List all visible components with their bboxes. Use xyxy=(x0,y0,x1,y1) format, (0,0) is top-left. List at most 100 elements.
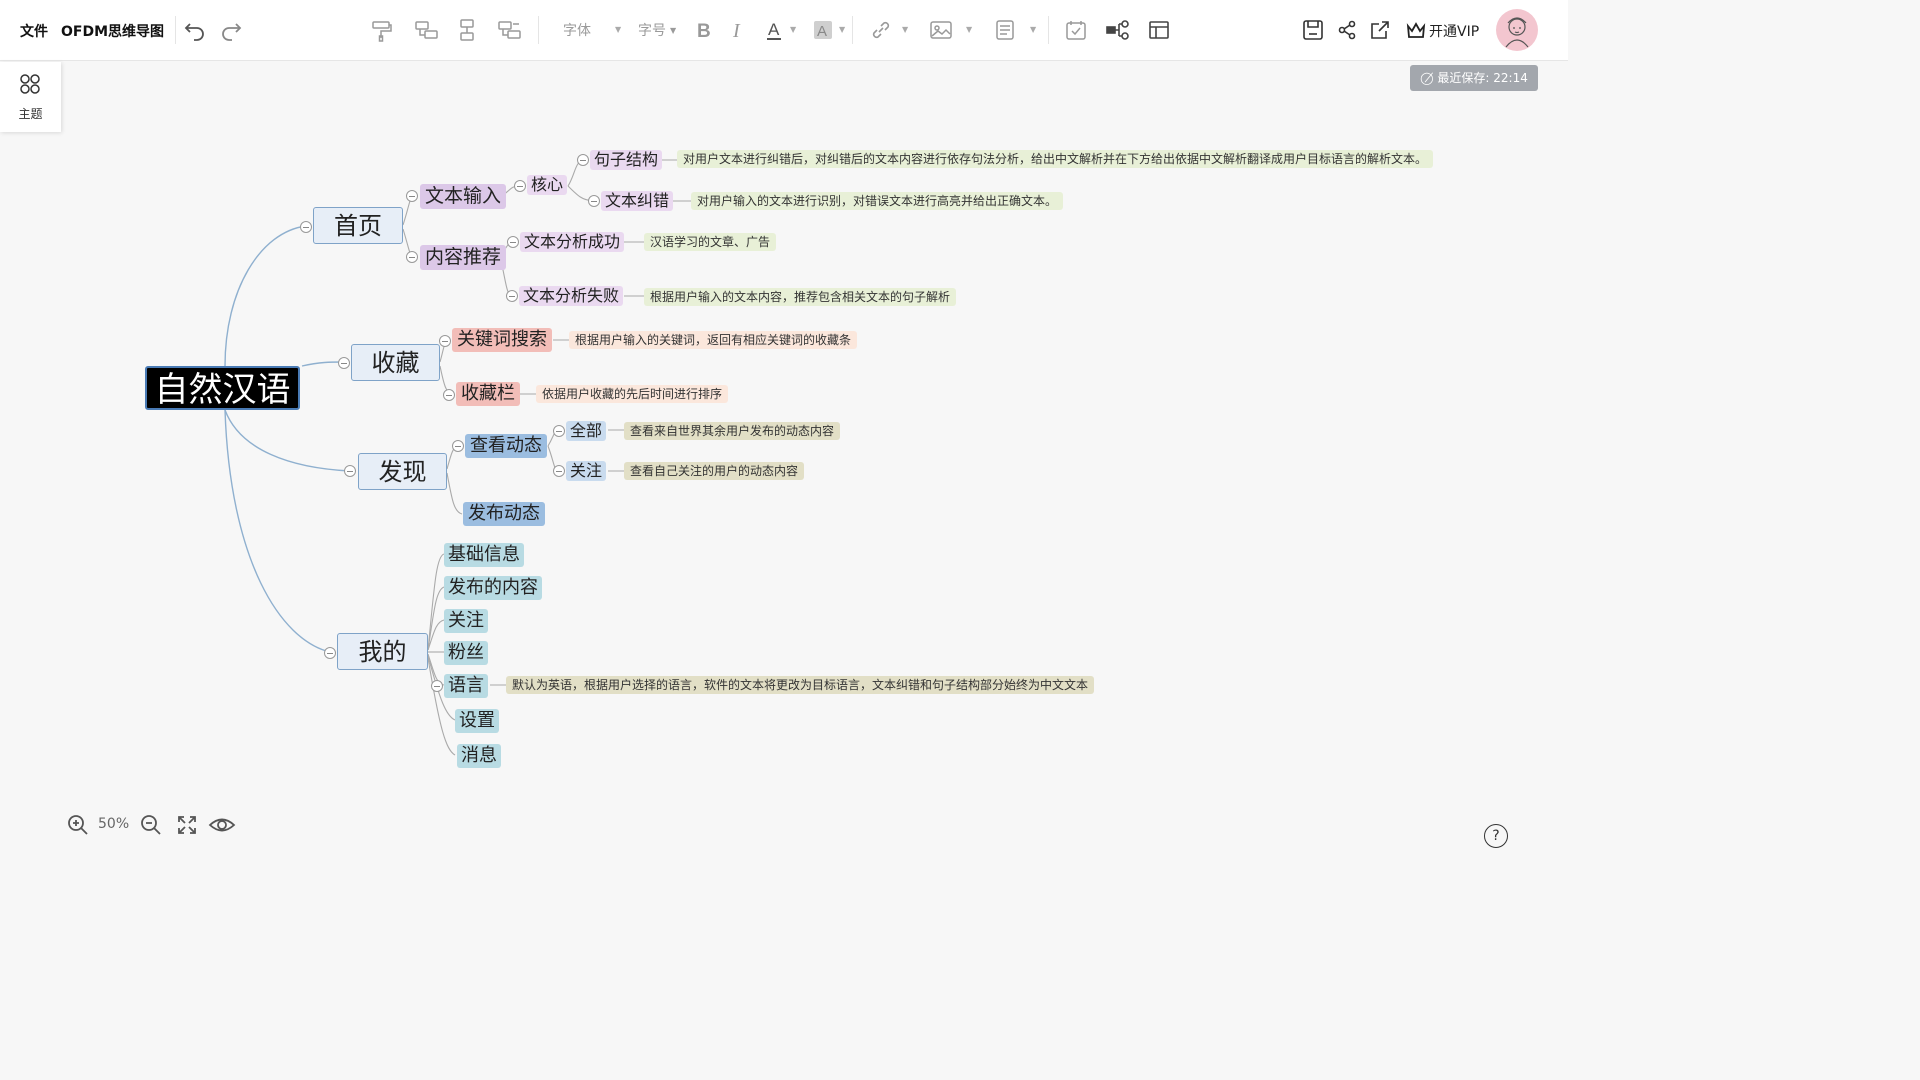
format-painter-icon[interactable] xyxy=(368,16,396,44)
insert-parent-node-icon[interactable] xyxy=(495,16,523,44)
last-saved-text: 最近保存: 22:14 xyxy=(1437,71,1528,85)
font-size-label: 字号 xyxy=(638,23,666,39)
collapse-toggle[interactable] xyxy=(506,290,518,302)
layout-icon[interactable] xyxy=(1145,16,1173,44)
root-node[interactable]: 自然汉语 xyxy=(145,366,300,410)
collapse-toggle[interactable] xyxy=(577,154,589,166)
structure-icon[interactable] xyxy=(1104,16,1132,44)
export-icon[interactable] xyxy=(1366,16,1394,44)
collapse-toggle[interactable] xyxy=(300,221,312,233)
collapse-toggle[interactable] xyxy=(406,251,418,263)
collapse-toggle[interactable] xyxy=(431,680,443,692)
insert-sibling-node-icon[interactable] xyxy=(453,16,481,44)
image-icon[interactable] xyxy=(927,16,955,44)
language-note[interactable]: 默认为英语，根据用户选择的语言，软件的文本将更改为目标语言，文本纠错和句子结构部… xyxy=(506,676,1095,694)
collapse-toggle[interactable] xyxy=(588,195,600,207)
font-color-icon[interactable]: A xyxy=(761,16,789,44)
note-icon[interactable] xyxy=(991,16,1019,44)
collapse-toggle[interactable] xyxy=(406,190,418,202)
font-family-select[interactable]: 字体 xyxy=(563,20,591,40)
messages-node[interactable]: 消息 xyxy=(457,744,501,768)
task-icon[interactable] xyxy=(1062,16,1090,44)
collapse-toggle[interactable] xyxy=(439,335,451,347)
all-note[interactable]: 查看来自世界其余用户发布的动态内容 xyxy=(624,422,841,440)
favorites-bar-node[interactable]: 收藏栏 xyxy=(456,382,520,406)
collapse-toggle[interactable] xyxy=(514,180,526,192)
highlight-color-icon[interactable]: A xyxy=(809,16,837,44)
avatar[interactable] xyxy=(1496,9,1538,51)
branch-mine-node[interactable]: 我的 xyxy=(337,633,428,670)
toolbar-divider xyxy=(852,16,853,44)
chevron-down-icon: ▼ xyxy=(670,26,677,35)
svg-text:A: A xyxy=(768,20,780,39)
sentence-structure-node[interactable]: 句子结构 xyxy=(590,150,663,170)
collapse-toggle[interactable] xyxy=(443,389,455,401)
content-recommend-node[interactable]: 内容推荐 xyxy=(420,245,507,270)
document-title[interactable]: OFDM思维导图 xyxy=(61,21,164,41)
collapse-toggle[interactable] xyxy=(553,425,565,437)
mine-following-node[interactable]: 关注 xyxy=(444,609,488,633)
theme-label: 主题 xyxy=(18,107,43,121)
collapse-toggle[interactable] xyxy=(324,647,336,659)
font-size-select[interactable]: 字号 ▼ xyxy=(638,20,676,40)
keyword-search-node[interactable]: 关键词搜索 xyxy=(452,328,552,352)
redo-icon[interactable] xyxy=(217,16,245,44)
chevron-down-icon[interactable]: ▼ xyxy=(966,25,972,34)
chevron-down-icon[interactable]: ▼ xyxy=(1030,25,1036,34)
branch-favorites-node[interactable]: 收藏 xyxy=(351,344,440,381)
published-content-node[interactable]: 发布的内容 xyxy=(444,576,542,600)
text-input-node[interactable]: 文本输入 xyxy=(420,184,507,209)
zoom-in-icon[interactable] xyxy=(66,813,90,837)
chevron-down-icon[interactable]: ▼ xyxy=(839,25,845,34)
svg-text:A: A xyxy=(817,23,827,40)
chevron-down-icon[interactable]: ▼ xyxy=(615,25,621,34)
toolbar-divider xyxy=(1048,16,1049,44)
help-button[interactable]: ? xyxy=(1484,824,1508,848)
collapse-toggle[interactable] xyxy=(344,465,356,477)
svg-text:B: B xyxy=(697,21,711,42)
collapse-toggle[interactable] xyxy=(507,236,519,248)
italic-icon[interactable]: I xyxy=(725,16,753,44)
chevron-down-icon[interactable]: ▼ xyxy=(902,25,908,34)
collapse-toggle[interactable] xyxy=(553,465,565,477)
last-saved-status: ◯̸ 最近保存: 22:14 xyxy=(1410,65,1538,91)
link-icon[interactable] xyxy=(867,16,895,44)
font-family-label: 字体 xyxy=(563,23,591,39)
theme-panel-button[interactable]: 主题 xyxy=(0,62,61,132)
core-node[interactable]: 核心 xyxy=(527,175,568,195)
view-posts-node[interactable]: 查看动态 xyxy=(465,434,547,458)
language-node[interactable]: 语言 xyxy=(444,674,488,698)
share-icon[interactable] xyxy=(1333,16,1361,44)
fit-screen-icon[interactable] xyxy=(175,813,199,837)
sentence-structure-note[interactable]: 对用户文本进行纠错后，对纠错后的文本内容进行依存句法分析，给出中文解析并在下方给… xyxy=(677,150,1434,168)
chevron-down-icon[interactable]: ▼ xyxy=(790,25,796,34)
basic-info-node[interactable]: 基础信息 xyxy=(444,543,524,567)
branch-home-node[interactable]: 首页 xyxy=(313,207,403,244)
save-icon[interactable] xyxy=(1299,16,1327,44)
text-correction-node[interactable]: 文本纠错 xyxy=(601,191,674,211)
fans-node[interactable]: 粉丝 xyxy=(444,641,488,665)
collapse-toggle[interactable] xyxy=(338,357,350,369)
all-node[interactable]: 全部 xyxy=(566,421,607,441)
theme-icon xyxy=(18,72,42,96)
analysis-fail-note[interactable]: 根据用户输入的文本内容，推荐包含相关文本的句子解析 xyxy=(644,288,957,306)
analysis-success-node[interactable]: 文本分析成功 xyxy=(520,232,625,252)
settings-node[interactable]: 设置 xyxy=(455,709,499,733)
top-toolbar: 文件 OFDM思维导图 字体 ▼ 字号 ▼ B I A ▼ A ▼ ▼ ▼ ▼ … xyxy=(0,0,1568,61)
analysis-success-note[interactable]: 汉语学习的文章、广告 xyxy=(644,233,777,251)
preview-eye-icon[interactable] xyxy=(208,812,236,838)
favorites-bar-note[interactable]: 依据用户收藏的先后时间进行排序 xyxy=(536,385,729,403)
text-correction-note[interactable]: 对用户输入的文本进行识别，对错误文本进行高亮并给出正确文本。 xyxy=(691,192,1064,210)
keyword-search-note[interactable]: 根据用户输入的关键词，返回有相应关键词的收藏条 xyxy=(569,331,858,349)
collapse-toggle[interactable] xyxy=(452,440,464,452)
publish-post-node[interactable]: 发布动态 xyxy=(463,502,545,526)
branch-discover-node[interactable]: 发现 xyxy=(358,453,447,490)
bold-icon[interactable]: B xyxy=(690,16,718,44)
insert-child-node-icon[interactable] xyxy=(412,16,440,44)
zoom-out-icon[interactable] xyxy=(139,813,163,837)
following-node[interactable]: 关注 xyxy=(566,461,607,481)
following-note[interactable]: 查看自己关注的用户的动态内容 xyxy=(624,462,805,480)
analysis-fail-node[interactable]: 文本分析失败 xyxy=(519,286,624,306)
undo-icon[interactable] xyxy=(181,16,209,44)
file-menu[interactable]: 文件 xyxy=(20,21,48,41)
